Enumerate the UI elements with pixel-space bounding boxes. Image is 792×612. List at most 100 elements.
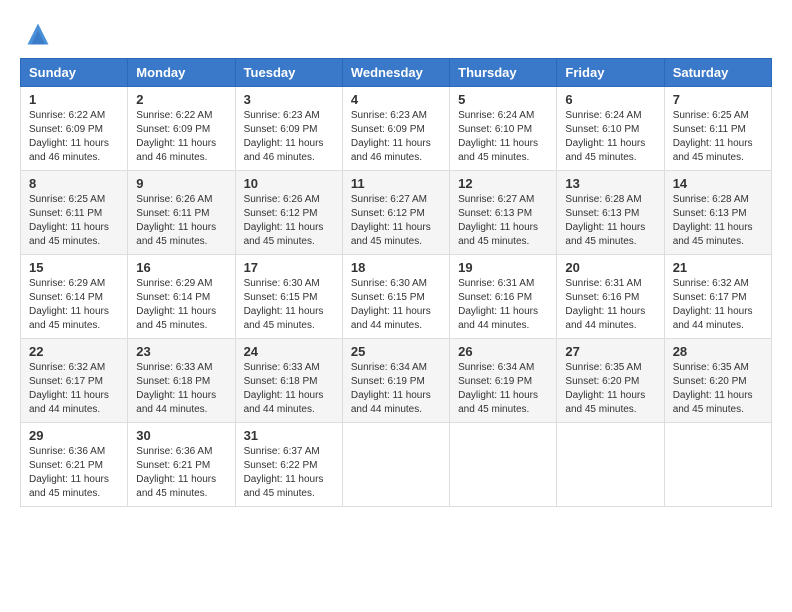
cell-info: Sunrise: 6:32 AM Sunset: 6:17 PM Dayligh… <box>673 277 763 333</box>
day-number: 10 <box>244 176 334 191</box>
day-number: 8 <box>29 176 119 191</box>
day-number: 18 <box>351 260 441 275</box>
day-number: 6 <box>565 92 655 107</box>
logo-icon <box>24 20 52 48</box>
day-number: 21 <box>673 260 763 275</box>
calendar-cell: 24 Sunrise: 6:33 AM Sunset: 6:18 PM Dayli… <box>235 339 342 423</box>
calendar-week-4: 22 Sunrise: 6:32 AM Sunset: 6:17 PM Dayli… <box>21 339 772 423</box>
day-header-sunday: Sunday <box>21 59 128 87</box>
cell-info: Sunrise: 6:27 AM Sunset: 6:13 PM Dayligh… <box>458 193 548 249</box>
calendar-cell: 9 Sunrise: 6:26 AM Sunset: 6:11 PM Daylig… <box>128 171 235 255</box>
calendar-cell <box>342 423 449 507</box>
calendar-cell: 6 Sunrise: 6:24 AM Sunset: 6:10 PM Daylig… <box>557 87 664 171</box>
cell-info: Sunrise: 6:31 AM Sunset: 6:16 PM Dayligh… <box>565 277 655 333</box>
cell-info: Sunrise: 6:26 AM Sunset: 6:12 PM Dayligh… <box>244 193 334 249</box>
calendar-cell: 11 Sunrise: 6:27 AM Sunset: 6:12 PM Dayli… <box>342 171 449 255</box>
calendar-week-3: 15 Sunrise: 6:29 AM Sunset: 6:14 PM Dayli… <box>21 255 772 339</box>
cell-info: Sunrise: 6:33 AM Sunset: 6:18 PM Dayligh… <box>136 361 226 417</box>
cell-info: Sunrise: 6:23 AM Sunset: 6:09 PM Dayligh… <box>351 109 441 165</box>
cell-info: Sunrise: 6:34 AM Sunset: 6:19 PM Dayligh… <box>458 361 548 417</box>
calendar-header: SundayMondayTuesdayWednesdayThursdayFrid… <box>21 59 772 87</box>
calendar-cell: 7Sunrise: 6:25 AM Sunset: 6:11 PM Daylig… <box>664 87 771 171</box>
calendar-week-1: 1 Sunrise: 6:22 AM Sunset: 6:09 PM Daylig… <box>21 87 772 171</box>
calendar-cell: 27Sunrise: 6:35 AM Sunset: 6:20 PM Dayli… <box>557 339 664 423</box>
day-number: 12 <box>458 176 548 191</box>
cell-info: Sunrise: 6:29 AM Sunset: 6:14 PM Dayligh… <box>29 277 119 333</box>
day-number: 31 <box>244 428 334 443</box>
calendar-cell: 22 Sunrise: 6:32 AM Sunset: 6:17 PM Dayli… <box>21 339 128 423</box>
cell-info: Sunrise: 6:24 AM Sunset: 6:10 PM Dayligh… <box>458 109 548 165</box>
calendar-cell: 23 Sunrise: 6:33 AM Sunset: 6:18 PM Dayli… <box>128 339 235 423</box>
cell-info: Sunrise: 6:30 AM Sunset: 6:15 PM Dayligh… <box>244 277 334 333</box>
day-number: 23 <box>136 344 226 359</box>
cell-info: Sunrise: 6:32 AM Sunset: 6:17 PM Dayligh… <box>29 361 119 417</box>
day-number: 16 <box>136 260 226 275</box>
calendar-cell: 10 Sunrise: 6:26 AM Sunset: 6:12 PM Dayli… <box>235 171 342 255</box>
cell-info: Sunrise: 6:30 AM Sunset: 6:15 PM Dayligh… <box>351 277 441 333</box>
day-header-monday: Monday <box>128 59 235 87</box>
day-header-wednesday: Wednesday <box>342 59 449 87</box>
calendar-cell <box>664 423 771 507</box>
day-number: 13 <box>565 176 655 191</box>
cell-info: Sunrise: 6:35 AM Sunset: 6:20 PM Dayligh… <box>565 361 655 417</box>
cell-info: Sunrise: 6:25 AM Sunset: 6:11 PM Dayligh… <box>29 193 119 249</box>
calendar-cell: 13 Sunrise: 6:28 AM Sunset: 6:13 PM Dayli… <box>557 171 664 255</box>
calendar-cell: 5 Sunrise: 6:24 AM Sunset: 6:10 PM Daylig… <box>450 87 557 171</box>
day-number: 28 <box>673 344 763 359</box>
day-number: 2 <box>136 92 226 107</box>
day-number: 24 <box>244 344 334 359</box>
day-number: 11 <box>351 176 441 191</box>
calendar-cell: 21 Sunrise: 6:32 AM Sunset: 6:17 PM Dayli… <box>664 255 771 339</box>
day-number: 7 <box>673 92 763 107</box>
day-number: 26 <box>458 344 548 359</box>
cell-info: Sunrise: 6:26 AM Sunset: 6:11 PM Dayligh… <box>136 193 226 249</box>
calendar-cell: 3 Sunrise: 6:23 AM Sunset: 6:09 PM Daylig… <box>235 87 342 171</box>
cell-info: Sunrise: 6:24 AM Sunset: 6:10 PM Dayligh… <box>565 109 655 165</box>
day-number: 25 <box>351 344 441 359</box>
calendar-cell: 20 Sunrise: 6:31 AM Sunset: 6:16 PM Dayli… <box>557 255 664 339</box>
day-number: 20 <box>565 260 655 275</box>
calendar-cell: 18 Sunrise: 6:30 AM Sunset: 6:15 PM Dayli… <box>342 255 449 339</box>
day-number: 22 <box>29 344 119 359</box>
day-header-saturday: Saturday <box>664 59 771 87</box>
cell-info: Sunrise: 6:37 AM Sunset: 6:22 PM Dayligh… <box>244 445 334 501</box>
day-number: 17 <box>244 260 334 275</box>
calendar-cell: 31 Sunrise: 6:37 AM Sunset: 6:22 PM Dayli… <box>235 423 342 507</box>
calendar-cell: 2 Sunrise: 6:22 AM Sunset: 6:09 PM Daylig… <box>128 87 235 171</box>
calendar-cell: 16 Sunrise: 6:29 AM Sunset: 6:14 PM Dayli… <box>128 255 235 339</box>
cell-info: Sunrise: 6:28 AM Sunset: 6:13 PM Dayligh… <box>673 193 763 249</box>
calendar-cell <box>557 423 664 507</box>
calendar-cell: 26 Sunrise: 6:34 AM Sunset: 6:19 PM Dayli… <box>450 339 557 423</box>
cell-info: Sunrise: 6:22 AM Sunset: 6:09 PM Dayligh… <box>29 109 119 165</box>
page-header <box>20 20 772 48</box>
calendar-cell: 4Sunrise: 6:23 AM Sunset: 6:09 PM Daylig… <box>342 87 449 171</box>
day-header-tuesday: Tuesday <box>235 59 342 87</box>
calendar-cell: 17 Sunrise: 6:30 AM Sunset: 6:15 PM Dayli… <box>235 255 342 339</box>
calendar-cell <box>450 423 557 507</box>
cell-info: Sunrise: 6:35 AM Sunset: 6:20 PM Dayligh… <box>673 361 763 417</box>
day-number: 14 <box>673 176 763 191</box>
calendar-week-5: 29Sunrise: 6:36 AM Sunset: 6:21 PM Dayli… <box>21 423 772 507</box>
day-number: 9 <box>136 176 226 191</box>
day-number: 1 <box>29 92 119 107</box>
calendar-cell: 8 Sunrise: 6:25 AM Sunset: 6:11 PM Daylig… <box>21 171 128 255</box>
day-number: 30 <box>136 428 226 443</box>
cell-info: Sunrise: 6:33 AM Sunset: 6:18 PM Dayligh… <box>244 361 334 417</box>
day-number: 3 <box>244 92 334 107</box>
calendar-cell: 15 Sunrise: 6:29 AM Sunset: 6:14 PM Dayli… <box>21 255 128 339</box>
day-number: 5 <box>458 92 548 107</box>
calendar-cell: 1 Sunrise: 6:22 AM Sunset: 6:09 PM Daylig… <box>21 87 128 171</box>
cell-info: Sunrise: 6:23 AM Sunset: 6:09 PM Dayligh… <box>244 109 334 165</box>
calendar-cell: 28 Sunrise: 6:35 AM Sunset: 6:20 PM Dayli… <box>664 339 771 423</box>
calendar-cell: 19Sunrise: 6:31 AM Sunset: 6:16 PM Dayli… <box>450 255 557 339</box>
calendar-cell: 30Sunrise: 6:36 AM Sunset: 6:21 PM Dayli… <box>128 423 235 507</box>
day-number: 15 <box>29 260 119 275</box>
cell-info: Sunrise: 6:29 AM Sunset: 6:14 PM Dayligh… <box>136 277 226 333</box>
calendar-cell: 12 Sunrise: 6:27 AM Sunset: 6:13 PM Dayli… <box>450 171 557 255</box>
calendar-cell: 29Sunrise: 6:36 AM Sunset: 6:21 PM Dayli… <box>21 423 128 507</box>
cell-info: Sunrise: 6:22 AM Sunset: 6:09 PM Dayligh… <box>136 109 226 165</box>
cell-info: Sunrise: 6:28 AM Sunset: 6:13 PM Dayligh… <box>565 193 655 249</box>
cell-info: Sunrise: 6:36 AM Sunset: 6:21 PM Dayligh… <box>29 445 119 501</box>
cell-info: Sunrise: 6:34 AM Sunset: 6:19 PM Dayligh… <box>351 361 441 417</box>
cell-info: Sunrise: 6:27 AM Sunset: 6:12 PM Dayligh… <box>351 193 441 249</box>
